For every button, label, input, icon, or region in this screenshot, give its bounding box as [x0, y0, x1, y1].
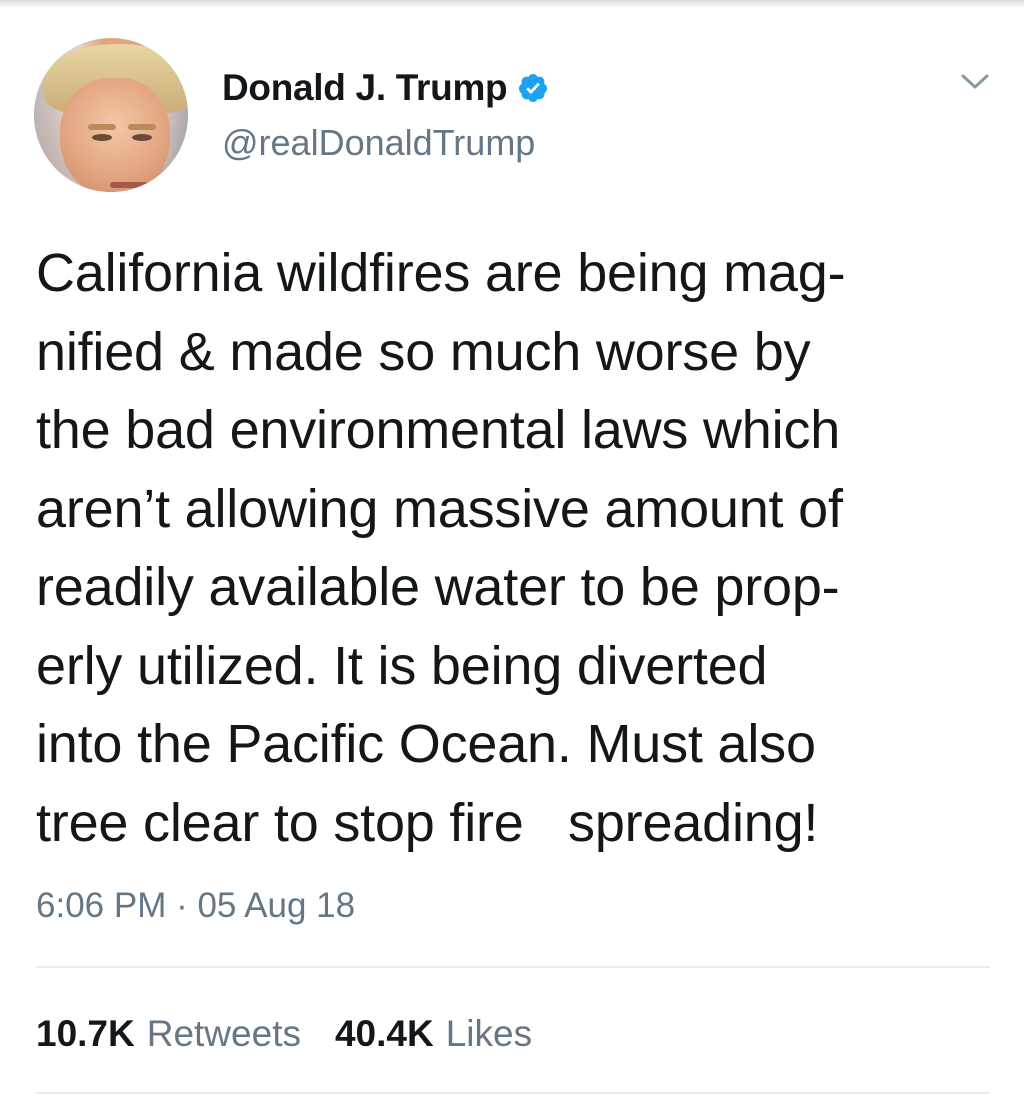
- verified-badge-icon: [519, 74, 548, 102]
- tweet-line: nified & made so much worse by: [36, 321, 811, 382]
- avatar-brow-right: [128, 124, 156, 130]
- tweet-line: erly utilized. It is being diverted: [36, 635, 768, 696]
- avatar-brow-left: [88, 124, 116, 130]
- display-name[interactable]: Donald J. Trump: [222, 67, 508, 109]
- chevron-down-icon[interactable]: [960, 66, 990, 96]
- tweet-stats: 10.7K Retweets 40.4K Likes: [36, 1010, 566, 1058]
- avatar-eye-right: [132, 134, 152, 141]
- likes-count: 40.4K: [334, 1013, 434, 1054]
- retweets-stat[interactable]: 10.7K Retweets: [36, 1013, 301, 1055]
- divider: [36, 1092, 990, 1094]
- tweet-line: the bad environmental laws which: [36, 400, 841, 460]
- retweets-label: Retweets: [146, 1013, 301, 1054]
- tweet-line: into the Pacific Ocean. Must also: [36, 714, 816, 774]
- top-edge-shadow: [0, 0, 1024, 8]
- tweet-line: aren’t allowing massive amount of: [36, 478, 843, 539]
- likes-stat[interactable]: 40.4K Likes: [335, 1013, 532, 1055]
- tweet-line: tree clear to stop fire spreading!: [36, 792, 819, 853]
- avatar[interactable]: [34, 38, 188, 192]
- author-name-row: Donald J. Trump: [222, 67, 549, 109]
- retweets-count: 10.7K: [36, 1013, 135, 1054]
- user-handle[interactable]: @realDonaldTrump: [222, 122, 535, 164]
- divider: [36, 966, 990, 968]
- avatar-mouth: [110, 182, 148, 188]
- tweet-line: California wildfires are being mag-: [36, 243, 846, 303]
- tweet-timestamp[interactable]: 6:06 PM · 05 Aug 18: [36, 886, 355, 926]
- tweet-text: California wildfires are being mag- nifi…: [36, 234, 1006, 862]
- avatar-eye-left: [92, 134, 112, 141]
- likes-label: Likes: [445, 1013, 533, 1054]
- tweet-line: readily available water to be prop-: [36, 557, 840, 617]
- avatar-face: [60, 78, 170, 192]
